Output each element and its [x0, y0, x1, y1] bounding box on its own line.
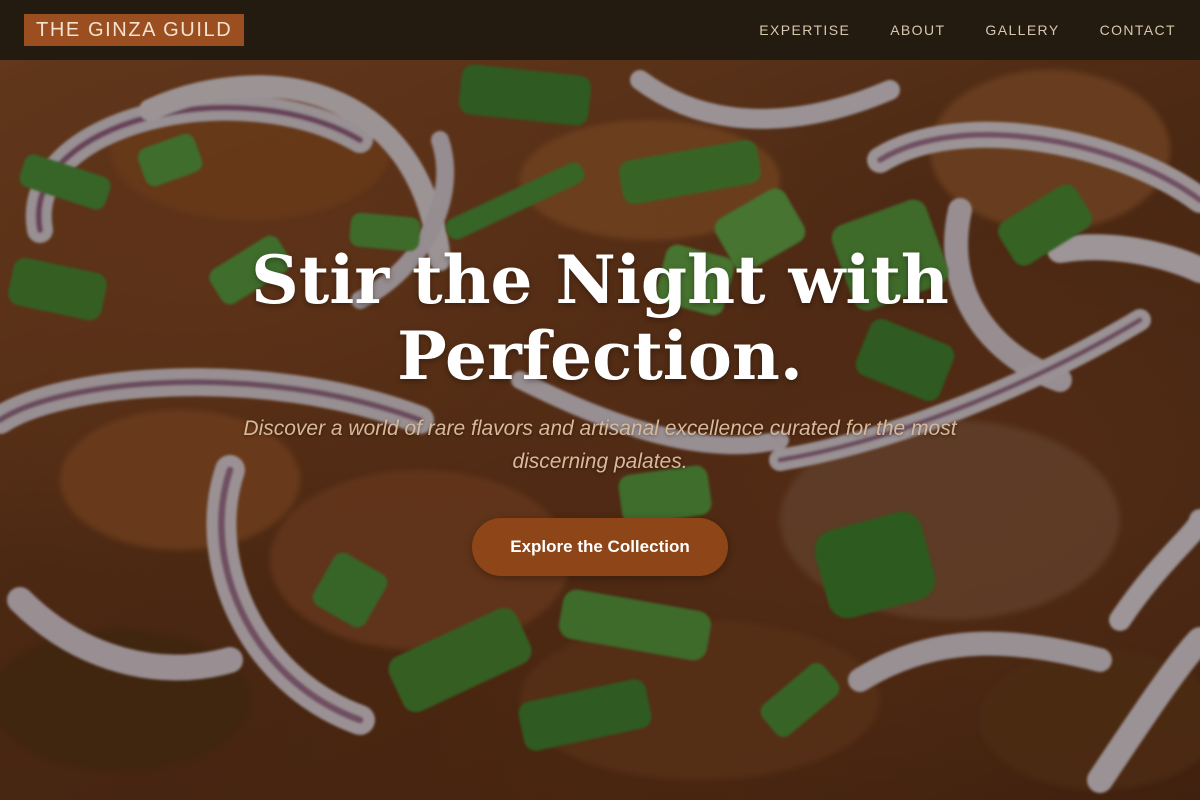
explore-collection-button[interactable]: Explore the Collection: [472, 518, 728, 576]
nav-links: EXPERTISE ABOUT GALLERY CONTACT: [759, 22, 1176, 38]
hero-title: Stir the Night with Perfection.: [251, 241, 949, 395]
nav-link-expertise[interactable]: EXPERTISE: [759, 22, 850, 38]
hero-subtitle: Discover a world of rare flavors and art…: [243, 417, 957, 473]
top-navbar: THE GINZA GUILD EXPERTISE ABOUT GALLERY …: [0, 0, 1200, 60]
hero-section: Stir the Night with Perfection. Discover…: [0, 60, 1200, 800]
nav-link-about[interactable]: ABOUT: [890, 22, 945, 38]
brand-logo[interactable]: THE GINZA GUILD: [24, 14, 245, 46]
nav-link-gallery[interactable]: GALLERY: [985, 22, 1059, 38]
nav-link-contact[interactable]: CONTACT: [1100, 22, 1176, 38]
